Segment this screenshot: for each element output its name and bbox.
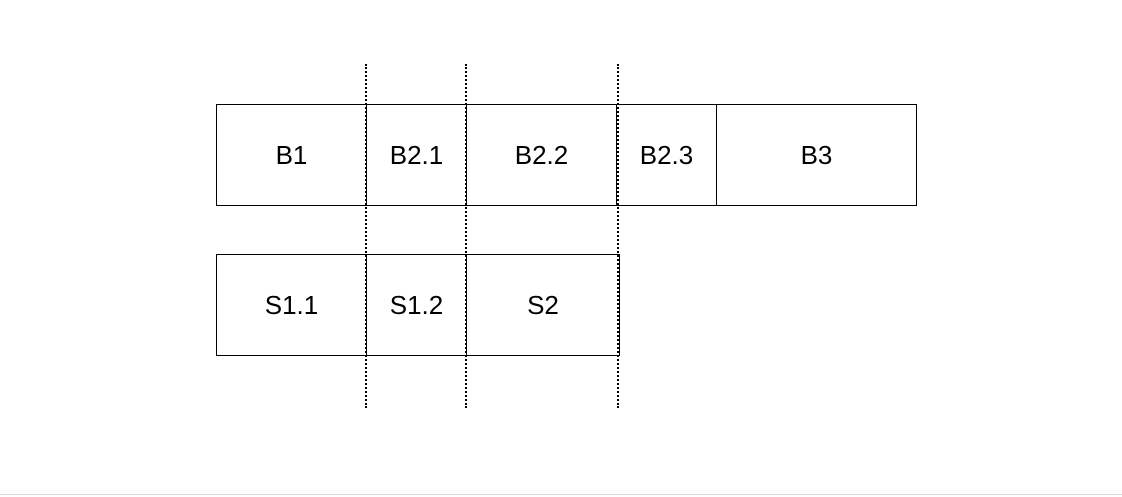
block-s2: S2: [527, 289, 559, 320]
dotted-boundary-line-3: [617, 64, 619, 408]
page-bottom-divider: [0, 494, 1122, 495]
block-b1: B1: [217, 105, 367, 205]
dotted-boundary-line-2: [465, 64, 467, 408]
top-block-row: B1 B2.1 B2.2 B2.3 B3: [216, 104, 917, 206]
block-b3: B3: [800, 139, 833, 170]
dotted-boundary-line-1: [365, 64, 367, 408]
block-b2-2: B2.2: [467, 105, 617, 205]
block-b2-3: B2.3: [617, 105, 717, 205]
block-s1-2: S1.2: [367, 255, 467, 355]
bottom-block-row: S1.1 S1.2 S2: [216, 254, 620, 356]
block-s1-1: S1.1: [217, 255, 367, 355]
block-b2-1: B2.1: [367, 105, 467, 205]
